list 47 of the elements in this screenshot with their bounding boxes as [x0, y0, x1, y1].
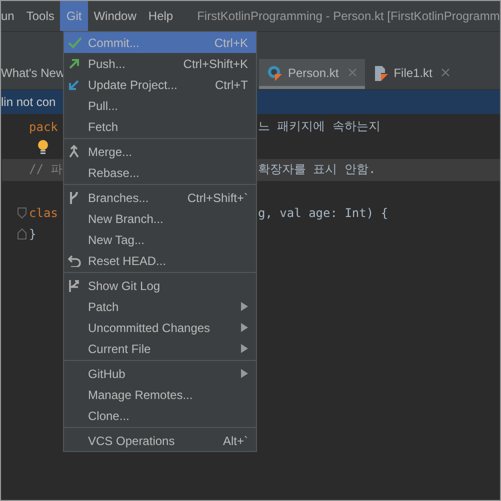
menu-item[interactable]: Branches... Ctrl+Shift+` [64, 187, 256, 208]
menu-bar-item[interactable]: Tools [20, 1, 60, 31]
kotlin-file-icon [372, 64, 389, 80]
menu-item[interactable]: Show Git Log [64, 275, 256, 296]
code-text: clas [29, 206, 58, 220]
editor-tab[interactable]: File1.kt [364, 59, 458, 89]
editor-tab[interactable]: Person.kt [259, 59, 365, 89]
menu-item[interactable]: Current File [64, 338, 256, 359]
menu-item[interactable]: Manage Remotes... [64, 384, 256, 405]
checkmark-icon [68, 36, 82, 48]
menu-item[interactable]: Rebase... [64, 162, 256, 183]
code-text: // 파 [29, 162, 63, 176]
menu-item[interactable]: Reset HEAD... [64, 250, 256, 271]
menu-item[interactable]: Patch [64, 296, 256, 317]
code-text: pack [29, 120, 58, 134]
kotlin-class-icon [267, 64, 283, 80]
code-text: 느 패키지에 속하는지 [258, 119, 380, 134]
close-icon[interactable] [348, 68, 357, 77]
menu-item[interactable]: VCS Operations Alt+` [64, 430, 256, 451]
menu-item[interactable]: Merge... [64, 141, 256, 162]
menu-item[interactable]: GitHub [64, 363, 256, 384]
up-arrow-icon [68, 58, 80, 70]
menu-item[interactable]: Pull... [64, 95, 256, 116]
down-arrow-icon [68, 78, 80, 90]
undo-icon [68, 254, 81, 266]
menu-item[interactable]: Update Project... Ctrl+T [64, 74, 256, 95]
log-icon [68, 279, 80, 292]
fold-icon[interactable] [17, 206, 27, 219]
menu-item[interactable]: New Tag... [64, 229, 256, 250]
code-text: g, val age: Int) { [258, 206, 388, 220]
menu-item[interactable]: Fetch [64, 116, 256, 137]
close-icon[interactable] [441, 68, 450, 77]
menu-bar-item[interactable]: Help [142, 1, 180, 31]
notification-text: lin not con [1, 95, 56, 109]
menu-bar-item[interactable]: Window [88, 1, 142, 31]
menu-item[interactable]: New Branch... [64, 208, 256, 229]
menu-item[interactable]: Clone... [64, 405, 256, 426]
branch-icon [68, 190, 80, 204]
lightbulb-icon[interactable] [37, 138, 49, 155]
code-text: 확장자를 표시 안함. [258, 162, 376, 176]
merge-icon [68, 145, 80, 158]
menu-item[interactable]: Uncommitted Changes [64, 317, 256, 338]
menu-bar-item[interactable]: un [1, 1, 20, 31]
menu-item[interactable]: Push... Ctrl+Shift+K [64, 53, 256, 74]
code-text: } [29, 227, 36, 242]
window-title: FirstKotlinProgramming - Person.kt [FirstKotlinProgramm [197, 9, 500, 23]
fold-icon[interactable] [17, 228, 27, 240]
